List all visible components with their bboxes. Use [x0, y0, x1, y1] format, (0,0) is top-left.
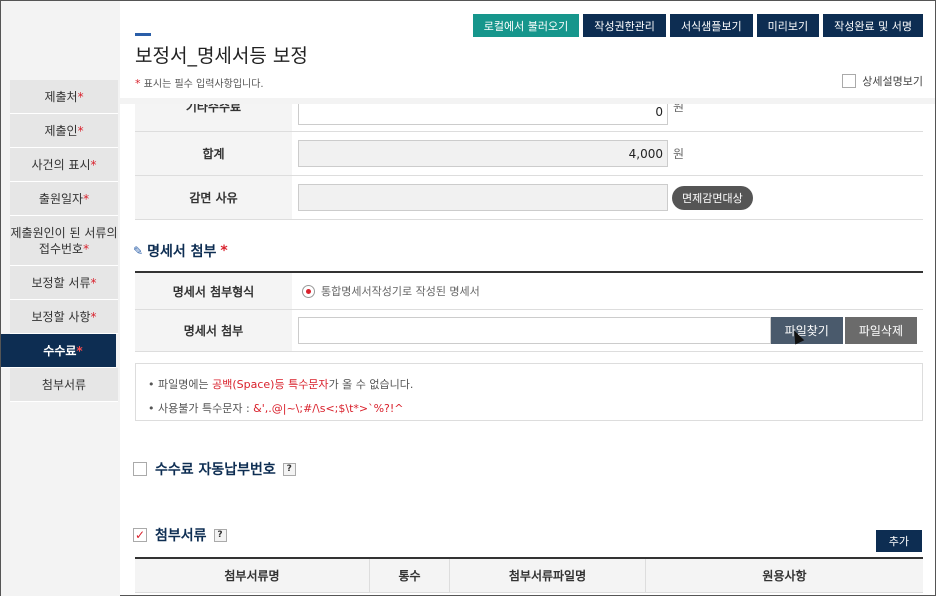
- total-value: 4,000: [298, 140, 668, 167]
- exemption-button[interactable]: 면제감면대상: [672, 185, 753, 210]
- docs-help-icon[interactable]: ?: [213, 528, 227, 542]
- other-fee-label: 기타수수료: [135, 104, 292, 131]
- form-sample-button[interactable]: 서식샘플보기: [669, 14, 753, 37]
- attach-section-header: ✎ 명세서 첨부 *: [133, 243, 228, 260]
- sidebar-item-amend-matter[interactable]: 보정할 사항 *: [10, 300, 118, 334]
- complete-sign-button[interactable]: 작성완료 및 서명: [823, 14, 923, 37]
- preview-button[interactable]: 미리보기: [756, 14, 820, 37]
- sidebar-item-amend-document[interactable]: 보정할 서류 *: [10, 266, 118, 300]
- col-count: 통수: [370, 559, 450, 592]
- delete-file-button[interactable]: 파일삭제: [844, 317, 917, 344]
- docs-section-header: ✓ 첨부서류 ?: [133, 525, 227, 545]
- sidebar-item-fee[interactable]: 수수료 *: [1, 334, 116, 368]
- sidebar-nav: 제출처 * 제출인 * 사건의 표시 * 출원일자 * 제출원인이 된 서류의 접수번호…: [1, 80, 118, 402]
- sidebar-item-submit-to[interactable]: 제출처 *: [10, 80, 118, 114]
- detail-checkbox[interactable]: [842, 74, 857, 88]
- col-file-name: 첨부서류파일명: [450, 559, 646, 592]
- file-path-input[interactable]: [298, 317, 771, 344]
- attach-table: 명세서 첨부형식 통합명세서작성기로 작성된 명세서 명세서 첨부 파일찾기 파…: [135, 271, 923, 352]
- docs-checkbox[interactable]: ✓: [133, 528, 147, 542]
- add-document-button[interactable]: 추가: [875, 530, 922, 552]
- file-label: 명세서 첨부: [135, 310, 292, 351]
- toolbar: 로컬에서 불러오기 작성권한관리 서식샘플보기 미리보기 작성완료 및 서명: [472, 14, 923, 37]
- col-doc-name: 첨부서류명: [135, 559, 370, 592]
- required-note: * 표시는 필수 입력사항입니다.: [135, 77, 264, 90]
- fee-table: 기타수수료 0 원 합계 4,000 원 감면 사유 면제감면대상: [135, 104, 923, 220]
- load-local-button[interactable]: 로컬에서 불러오기: [472, 14, 580, 37]
- title-accent-bar: [135, 33, 151, 36]
- autopay-checkbox[interactable]: [133, 462, 147, 476]
- reason-label: 감면 사유: [135, 176, 292, 219]
- sidebar-item-attachments[interactable]: 첨부서류: [10, 368, 118, 402]
- autopay-help-icon[interactable]: ?: [282, 462, 296, 476]
- sidebar-item-case[interactable]: 사건의 표시 *: [10, 148, 118, 182]
- file-notice: • 파일명에는 공백(Space)등 특수문자가 올 수 없습니다. • 사용불…: [135, 363, 923, 421]
- fee-row-total: 합계 4,000 원: [135, 131, 923, 175]
- total-unit: 원: [673, 147, 685, 161]
- attach-row-format: 명세서 첨부형식 통합명세서작성기로 작성된 명세서: [135, 273, 923, 309]
- attach-row-file: 명세서 첨부 파일찾기 파일삭제: [135, 309, 923, 351]
- other-fee-input[interactable]: 0: [298, 104, 668, 125]
- other-fee-unit: 원: [673, 104, 685, 114]
- fee-row-other: 기타수수료 0 원: [135, 104, 923, 131]
- sidebar-item-receipt-number[interactable]: 제출원인이 된 서류의 접수번호*: [10, 216, 118, 266]
- format-radio[interactable]: [302, 284, 315, 298]
- format-option-label: 통합명세서작성기로 작성된 명세서: [321, 285, 480, 298]
- reason-field[interactable]: [298, 184, 668, 211]
- format-label: 명세서 첨부형식: [135, 273, 292, 309]
- col-reference: 원용사항: [762, 569, 807, 583]
- detail-toggle[interactable]: 상세설명보기: [842, 73, 923, 89]
- fee-row-reason: 감면 사유 면제감면대상: [135, 175, 923, 219]
- page-title: 보정서_명세서등 보정: [135, 45, 308, 67]
- sidebar-item-submitter[interactable]: 제출인 *: [10, 114, 118, 148]
- permission-manage-button[interactable]: 작성권한관리: [583, 14, 666, 37]
- total-label: 합계: [135, 132, 292, 175]
- notice-line-2: • 사용불가 특수문자 : &',.@|~\;#/\s<;$\t*>`%?!^: [148, 402, 404, 415]
- docs-table-header: 첨부서류명 통수 첨부서류파일명 원용사항: [135, 557, 923, 593]
- notice-line-1: • 파일명에는 공백(Space)등 특수문자가 올 수 없습니다.: [148, 378, 414, 391]
- sidebar-item-filing-date[interactable]: 출원일자 *: [10, 182, 118, 216]
- autopay-section-header: 수수료 자동납부번호 ?: [133, 459, 296, 479]
- find-file-button[interactable]: 파일찾기: [770, 317, 843, 344]
- pencil-icon: ✎: [133, 244, 144, 258]
